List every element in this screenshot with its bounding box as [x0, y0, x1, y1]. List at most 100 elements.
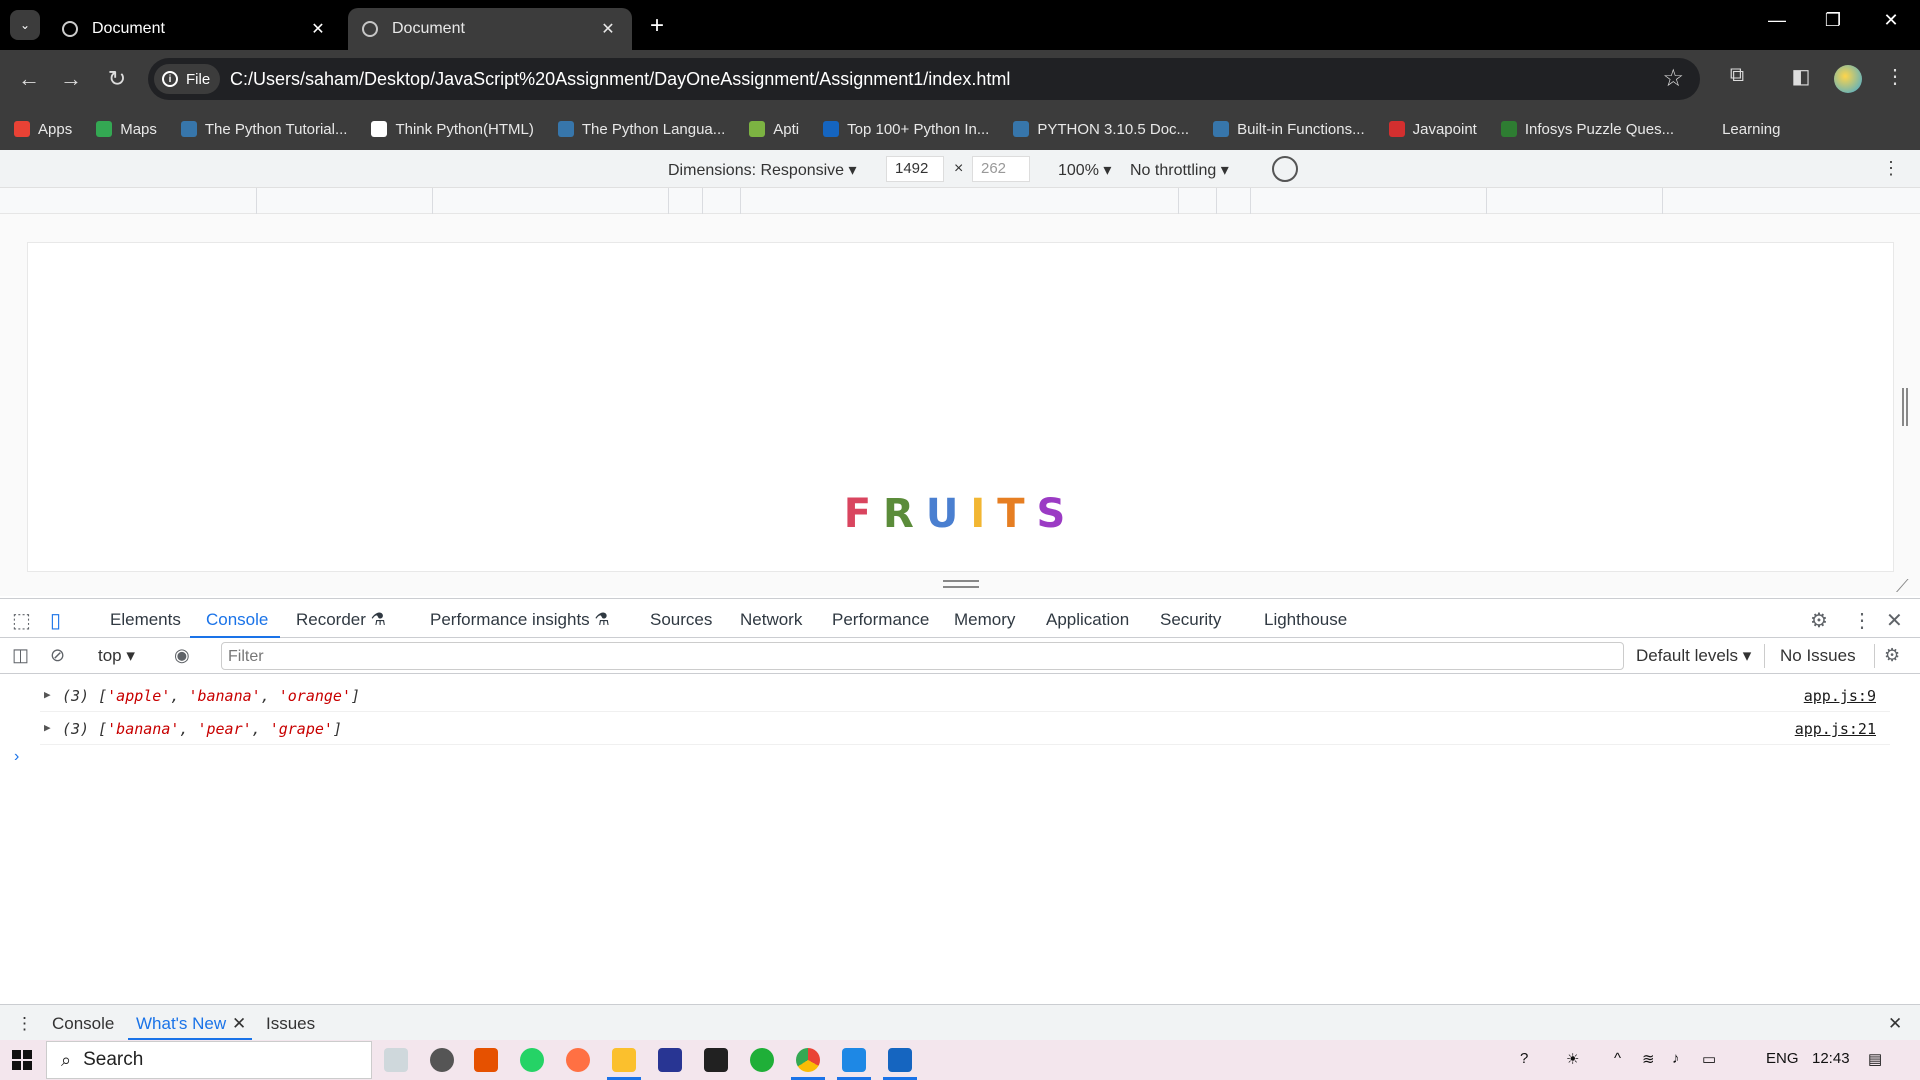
ruler-segment[interactable] — [740, 188, 741, 214]
filter-input[interactable]: Filter — [221, 642, 1624, 670]
tab-security[interactable]: Security — [1160, 610, 1221, 630]
bookmark-star-icon[interactable]: ☆ — [1662, 64, 1684, 93]
drawer-tab-issues[interactable]: Issues — [266, 1014, 315, 1034]
bookmark-item[interactable]: Top 100+ Python In... — [823, 121, 989, 138]
device-toggle-icon[interactable]: ▯ — [50, 608, 61, 633]
tab-performance-insights[interactable]: Performance insights ⚗ — [430, 610, 610, 630]
word-icon[interactable] — [888, 1048, 912, 1072]
volume-icon[interactable]: ♪ — [1672, 1050, 1680, 1067]
devtools-menu-icon[interactable]: ⋮ — [1852, 608, 1872, 633]
chrome-icon[interactable] — [796, 1048, 820, 1072]
browser-menu-icon[interactable]: ⋮ — [1880, 64, 1910, 89]
sidebar-toggle-icon[interactable]: ◫ — [12, 645, 29, 666]
bookmark-item[interactable]: Javapoint — [1388, 121, 1477, 138]
tab-network[interactable]: Network — [740, 610, 802, 630]
gear-icon[interactable]: ⚙ — [1810, 608, 1828, 633]
reload-icon[interactable]: ↻ — [102, 64, 132, 94]
task-manager-icon[interactable] — [384, 1048, 408, 1072]
help-icon[interactable]: ? — [1520, 1050, 1528, 1067]
whatsapp-desktop-icon[interactable] — [750, 1048, 774, 1072]
drawer-menu-icon[interactable]: ⋮ — [16, 1014, 33, 1034]
url-text[interactable]: C:/Users/saham/Desktop/JavaScript%20Assi… — [230, 69, 1010, 90]
console-prompt[interactable]: › — [14, 748, 19, 766]
resize-handle-bottom[interactable] — [943, 580, 979, 588]
bookmark-item[interactable]: Apti — [749, 121, 799, 138]
minimize-button[interactable]: — — [1762, 10, 1792, 31]
height-input[interactable]: 262 — [972, 156, 1030, 182]
whatsapp-icon[interactable] — [520, 1048, 544, 1072]
side-panel-icon[interactable]: ◧ — [1786, 64, 1816, 89]
bookmark-item[interactable]: Learning — [1698, 121, 1780, 138]
chevron-up-icon[interactable]: ^ — [1614, 1050, 1621, 1067]
context-select[interactable]: top ▾ — [98, 646, 135, 666]
terminal-icon[interactable] — [704, 1048, 728, 1072]
windows-start-icon[interactable] — [12, 1050, 32, 1070]
tab-performance[interactable]: Performance — [832, 610, 929, 630]
tab-lighthouse[interactable]: Lighthouse — [1264, 610, 1347, 630]
log-levels-select[interactable]: Default levels ▾ — [1636, 646, 1751, 666]
zoom-select[interactable]: 100% ▾ — [1058, 160, 1111, 180]
drawer-tab-console[interactable]: Console — [52, 1014, 114, 1034]
resize-handle-right[interactable] — [1902, 388, 1908, 426]
drawer-tab-whats-new[interactable]: What's New — [136, 1014, 226, 1034]
bookmark-item[interactable]: Built-in Functions... — [1213, 121, 1365, 138]
site-info-chip[interactable]: i File — [154, 64, 221, 94]
close-devtools-icon[interactable]: ✕ — [1886, 608, 1903, 633]
device-options-icon[interactable]: ⋮ — [1882, 158, 1900, 179]
tab-memory[interactable]: Memory — [954, 610, 1015, 630]
bookmark-item[interactable]: Apps — [14, 121, 72, 138]
new-tab-button[interactable]: + — [650, 12, 664, 40]
tab-elements[interactable]: Elements — [110, 610, 181, 630]
ruler-segment[interactable] — [432, 188, 433, 214]
width-input[interactable]: 1492 — [886, 156, 944, 182]
weather-icon[interactable]: ☀ — [1566, 1050, 1579, 1068]
ruler-segment[interactable] — [702, 188, 703, 214]
source-link[interactable]: app.js:21 — [1795, 720, 1876, 738]
wifi-icon[interactable]: ≋ — [1642, 1050, 1655, 1068]
close-tab-icon[interactable]: ✕ — [598, 19, 618, 39]
forward-icon[interactable]: → — [56, 64, 86, 94]
inspect-element-icon[interactable]: ⬚ — [12, 608, 31, 633]
back-icon[interactable]: ← — [14, 64, 44, 94]
restore-button[interactable]: ❐ — [1818, 10, 1848, 31]
file-explorer-icon[interactable] — [612, 1048, 636, 1072]
tab-recorder[interactable]: Recorder ⚗ — [296, 610, 386, 630]
bookmark-item[interactable]: The Python Langua... — [557, 121, 725, 138]
settings-icon[interactable] — [430, 1048, 454, 1072]
language-indicator[interactable]: ENG — [1766, 1050, 1799, 1067]
extensions-icon[interactable]: ⧉ — [1722, 64, 1752, 87]
tab-document-2[interactable]: Document ✕ — [348, 8, 632, 50]
bookmark-item[interactable]: PYTHON 3.10.5 Doc... — [1013, 121, 1189, 138]
eye-icon[interactable]: ◉ — [174, 645, 190, 666]
xampp-icon[interactable] — [474, 1048, 498, 1072]
console-message[interactable]: ▶ (3) ['banana', 'pear', 'grape'] app.js… — [40, 713, 1890, 745]
bookmark-item[interactable]: Infosys Puzzle Ques... — [1500, 121, 1674, 138]
issues-counter[interactable]: No Issues — [1780, 646, 1856, 666]
bookmark-item[interactable]: The Python Tutorial... — [180, 121, 347, 138]
tab-sources[interactable]: Sources — [650, 610, 712, 630]
bookmark-item[interactable]: Maps — [96, 121, 157, 138]
ruler-segment[interactable] — [668, 188, 669, 214]
ruler-segment[interactable] — [1486, 188, 1487, 214]
source-link[interactable]: app.js:9 — [1804, 687, 1876, 705]
expand-triangle-icon[interactable]: ▶ — [44, 721, 51, 734]
postman-icon[interactable] — [566, 1048, 590, 1072]
ruler-segment[interactable] — [1178, 188, 1179, 214]
clear-console-icon[interactable]: ⊘ — [50, 645, 65, 666]
tab-search-button[interactable]: ⌄ — [10, 10, 40, 40]
battery-icon[interactable]: ▭ — [1702, 1050, 1716, 1068]
console-message[interactable]: ▶ (3) ['apple', 'banana', 'orange'] app.… — [40, 680, 1890, 712]
bookmark-item[interactable]: Think Python(HTML) — [371, 121, 534, 138]
console-settings-gear-icon[interactable]: ⚙ — [1884, 645, 1900, 666]
ruler-segment[interactable] — [1662, 188, 1663, 214]
close-window-button[interactable]: ✕ — [1876, 10, 1906, 31]
resize-handle-corner-icon[interactable]: ⟋ — [1896, 576, 1914, 596]
close-drawer-icon[interactable]: ✕ — [1888, 1014, 1902, 1034]
notification-icon[interactable]: ▤ — [1868, 1050, 1882, 1068]
dimensions-select[interactable]: Dimensions: Responsive ▾ — [668, 160, 857, 180]
expand-triangle-icon[interactable]: ▶ — [44, 688, 51, 701]
throttling-select[interactable]: No throttling ▾ — [1130, 160, 1229, 180]
profile-avatar[interactable] — [1834, 65, 1862, 93]
mysql-workbench-icon[interactable] — [658, 1048, 682, 1072]
clock[interactable]: 12:43 — [1812, 1050, 1850, 1067]
